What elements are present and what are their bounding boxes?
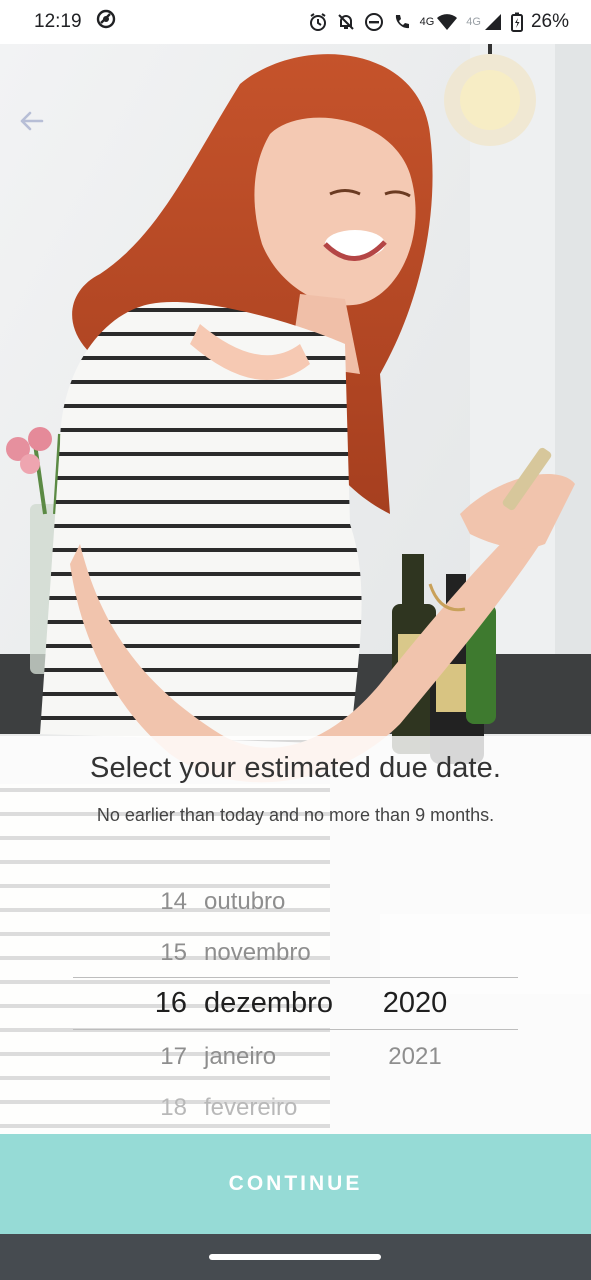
back-button[interactable] — [18, 110, 54, 146]
month-option[interactable]: outubro — [204, 888, 285, 916]
network-type-primary: 4G — [419, 16, 435, 28]
volte-call-icon — [392, 12, 412, 32]
selection-divider-bottom — [73, 1029, 518, 1030]
month-option[interactable]: fevereiro — [204, 1094, 297, 1122]
system-nav-bar — [0, 1234, 591, 1280]
status-time: 12:19 — [34, 11, 82, 32]
battery-charging-icon — [510, 12, 523, 32]
year-option[interactable]: 2021 — [370, 1043, 460, 1071]
day-option[interactable]: 18 — [145, 1094, 187, 1122]
home-gesture-handle[interactable] — [209, 1254, 381, 1260]
day-option[interactable]: 15 — [145, 939, 187, 967]
do-not-disturb-icon — [364, 12, 384, 32]
due-date-sheet: Select your estimated due date. No earli… — [0, 736, 591, 1134]
sync-icon — [96, 9, 116, 35]
signal-icon — [483, 12, 503, 32]
arrow-left-icon — [20, 111, 44, 131]
battery-level: 26% — [530, 11, 569, 32]
page-subtitle: No earlier than today and no more than 9… — [96, 805, 495, 825]
page-title: Select your estimated due date. — [90, 752, 501, 784]
month-option[interactable]: novembro — [204, 939, 311, 967]
notifications-off-icon — [336, 12, 356, 32]
alarm-icon — [308, 12, 328, 32]
month-option-selected[interactable]: dezembro — [204, 987, 333, 1020]
day-option-selected[interactable]: 16 — [145, 987, 187, 1020]
network-type-secondary: 4G — [466, 16, 481, 28]
year-option-selected[interactable]: 2020 — [370, 987, 460, 1020]
selection-divider-top — [73, 977, 518, 978]
day-option[interactable]: 17 — [145, 1043, 187, 1071]
date-picker[interactable]: 14 15 16 17 18 outubro novembro dezembro… — [73, 876, 518, 1134]
month-option[interactable]: janeiro — [204, 1043, 276, 1071]
day-option[interactable]: 14 — [145, 888, 187, 916]
continue-button[interactable]: CONTINUE — [0, 1134, 591, 1234]
status-bar: 12:19 4G 4G 26% — [0, 0, 591, 44]
wifi-icon — [436, 12, 458, 32]
